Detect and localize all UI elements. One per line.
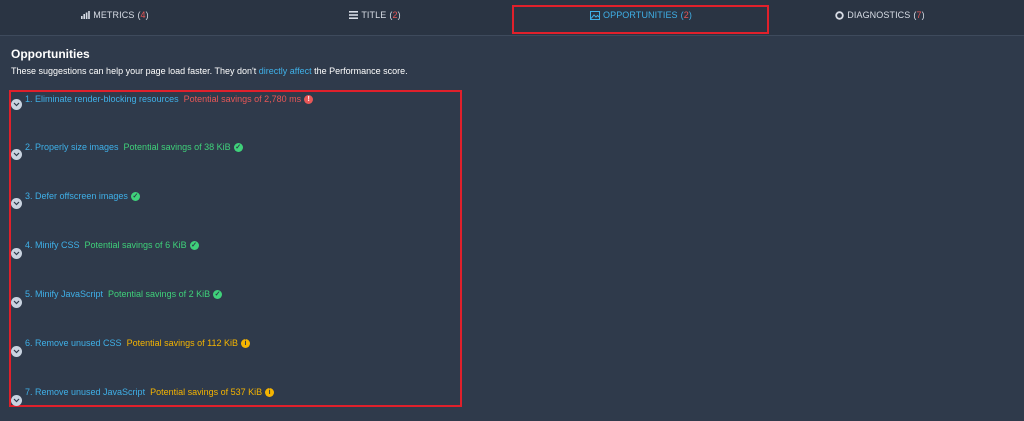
circle-icon (835, 10, 844, 20)
info-icon: i (265, 387, 275, 397)
opportunity-savings: Potential savings of 2 KiB (108, 289, 211, 299)
section-description-text: These suggestions can help your page loa… (11, 66, 259, 76)
stack-icon (349, 11, 359, 19)
directly-affect-link[interactable]: directly affect (259, 66, 312, 76)
opportunity-title[interactable]: 2. Properly size images (25, 142, 119, 152)
chevron-down-icon[interactable] (11, 297, 22, 308)
chevron-down-icon[interactable] (11, 198, 22, 209)
chevron-down-icon[interactable] (11, 395, 22, 406)
opportunity-savings: Potential savings of 38 KiB (123, 142, 231, 152)
check-icon: ✓ (233, 142, 243, 152)
opportunity-title[interactable]: 5. Minify JavaScript (25, 289, 103, 299)
chevron-down-icon[interactable] (11, 149, 22, 160)
tab-metrics-label: METRICS (93, 10, 135, 20)
tab-metrics[interactable]: METRICS (4) (70, 0, 160, 30)
opportunity-title[interactable]: 1. Eliminate render-blocking resources (25, 94, 179, 104)
tab-diagnostics[interactable]: DIAGNOSTICS (7) (825, 0, 935, 30)
opportunity-title[interactable]: 6. Remove unused CSS (25, 338, 122, 348)
tab-title[interactable]: TITLE (2) (330, 0, 420, 30)
info-icon: i (240, 338, 250, 348)
tab-diagnostics-label: DIAGNOSTICS (847, 10, 911, 20)
check-icon: ✓ (130, 191, 140, 201)
tab-metrics-count: 4 (140, 10, 146, 20)
opportunity-title[interactable]: 4. Minify CSS (25, 240, 80, 250)
tab-title-label: TITLE (361, 10, 387, 20)
section-description: These suggestions can help your page loa… (11, 66, 408, 76)
opportunity-savings: Potential savings of 2,780 ms (183, 94, 302, 104)
opportunity-title[interactable]: 3. Defer offscreen images (25, 191, 128, 201)
chevron-down-icon[interactable] (11, 248, 22, 259)
opportunity-savings: Potential savings of 6 KiB (84, 240, 187, 250)
opportunity-savings: Potential savings of 537 KiB (150, 387, 263, 397)
chevron-down-icon[interactable] (11, 99, 22, 110)
bar-chart-icon (81, 11, 91, 19)
check-icon: ✓ (213, 289, 223, 299)
check-icon: ✓ (189, 240, 199, 250)
alert-icon: ! (304, 94, 314, 104)
section-title: Opportunities (11, 47, 90, 61)
tab-title-count: 2 (392, 10, 398, 20)
highlight-box-tab (512, 5, 769, 34)
opportunity-savings: Potential savings of 112 KiB (126, 338, 238, 348)
chevron-down-icon[interactable] (11, 346, 22, 357)
opportunity-title[interactable]: 7. Remove unused JavaScript (25, 387, 145, 397)
section-description-tail: the Performance score. (311, 66, 408, 76)
tab-diagnostics-count: 7 (916, 10, 922, 20)
